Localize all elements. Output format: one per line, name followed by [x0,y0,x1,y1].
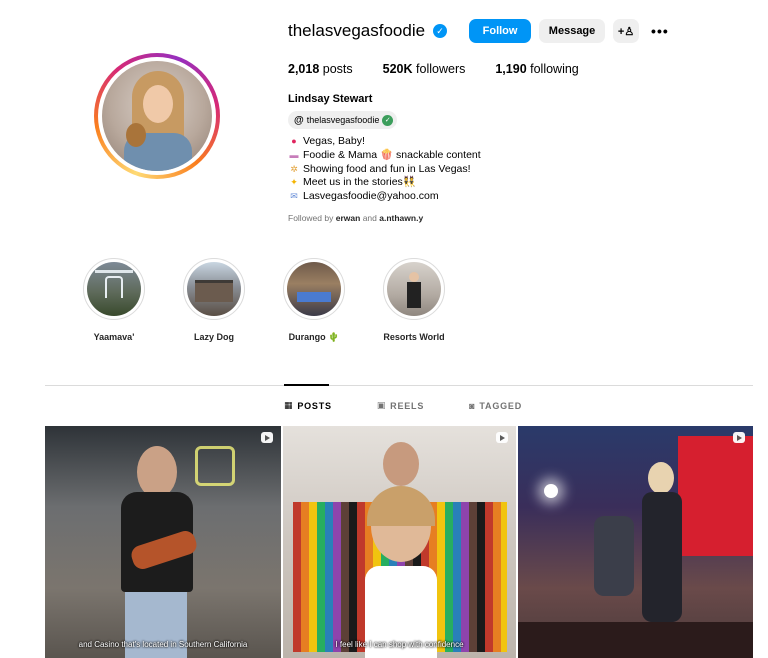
post-scene [642,492,682,622]
bio-text: Meet us in the stories👯 [303,176,416,189]
threads-icon: @ [294,114,304,126]
active-tab-indicator [284,384,329,386]
more-options-icon[interactable]: ••• [651,23,669,39]
post-scene [678,436,753,556]
profile-avatar-ring[interactable] [94,53,220,179]
highlight-cover [187,262,241,316]
followed-by-user: erwan [335,213,361,223]
following-label: following [530,62,579,76]
highlight-ring [183,258,245,320]
highlight-cover [287,262,341,316]
full-name: Lindsay Stewart [288,93,373,105]
post-scene [195,446,235,486]
add-person-icon: +♙ [617,25,635,38]
threads-link[interactable]: @ thelasvegasfoodie ✓ [288,111,398,129]
bio-email[interactable]: Lasvegasfoodie@yahoo.com [303,190,439,204]
bio-text: Foodie & Mama 🍿 snackable content [303,148,481,161]
post-thumbnail[interactable]: and Casino that's located in Southern Ca… [45,426,281,658]
profile-tabs: ▦ POSTS ▣ REELS ◙ TAGGED [284,400,522,411]
bio-text: Showing food and fun in Las Vegas! [303,162,471,175]
post-caption: I feel like I can shop with confidence [335,640,464,649]
reel-icon [261,432,273,443]
tab-tagged[interactable]: ◙ TAGGED [469,400,522,411]
star-icon: ✦ [290,177,298,188]
posts-stat: 2,018 posts [288,62,353,76]
post-scene [518,622,753,658]
post-scene [367,486,435,526]
tab-label: REELS [390,400,425,411]
following-stat[interactable]: 1,190 following [495,62,578,76]
profile-header: thelasvegasfoodie ✓ Follow Message +♙ ••… [288,18,669,44]
bio-line: ▬ Foodie & Mama 🍿 snackable content [288,149,481,163]
post-caption: and Casino that's located in Southern Ca… [78,640,248,649]
highlight-label: Resorts World [383,332,445,342]
post-scene [137,446,177,498]
followed-by-user: a.nthawn.y [379,213,424,223]
posts-count: 2,018 [288,62,320,76]
bio-line: ✦ Meet us in the stories👯 [288,176,481,190]
bio-line: ● Vegas, Baby! [288,135,481,149]
tagged-icon: ◙ [469,400,476,411]
tab-label: POSTS [297,400,332,411]
avatar[interactable] [102,61,212,171]
bio: ● Vegas, Baby! ▬ Foodie & Mama 🍿 snackab… [288,135,481,204]
threads-handle: thelasvegasfoodie [306,115,380,125]
message-button[interactable]: Message [539,19,606,43]
balloon-icon: ● [291,136,297,146]
verified-badge-icon: ✓ [433,24,448,38]
profile-stats: 2,018 posts 520K followers 1,190 followi… [288,62,579,76]
highlight-ring [283,258,345,320]
highlight-label: Durango 🌵 [288,332,340,342]
post-scene [594,516,634,596]
following-count: 1,190 [495,62,527,76]
tab-reels[interactable]: ▣ REELS [377,400,424,411]
followed-by-and: and [362,213,377,223]
avatar-gap [98,57,216,175]
post-thumbnail[interactable] [518,426,753,658]
highlight-item[interactable]: Yaamava' [64,258,164,343]
story-highlights: Yaamava' Lazy Dog Durango 🌵 Resorts Worl… [64,258,464,343]
highlight-item[interactable]: Durango 🌵 [264,258,364,343]
avatar-pretzel [126,123,146,147]
sparkle-icon: ✲ [290,163,298,174]
bio-line: ✲ Showing food and fun in Las Vegas! [288,163,481,177]
avatar-face [143,85,173,123]
highlight-label: Lazy Dog [193,332,234,342]
reel-icon [733,432,745,443]
suggest-users-button[interactable]: +♙ [613,19,640,43]
followed-by-prefix: Followed by [288,213,334,223]
post-scene [544,484,558,498]
cake-icon: ▬ [289,149,299,160]
username: thelasvegasfoodie [288,21,426,40]
post-thumbnail[interactable]: I feel like I can shop with confidence [283,426,516,658]
highlight-ring [383,258,445,320]
bio-text: Vegas, Baby! [303,135,365,147]
highlight-label: Yaamava' [93,332,135,342]
follow-button[interactable]: Follow [469,19,532,43]
post-scene [648,462,674,494]
highlight-cover [387,262,441,316]
reel-icon [496,432,508,443]
followed-by[interactable]: Followed by erwan and a.nthawn.y [288,213,423,223]
mail-icon: ✉ [290,191,298,202]
post-scene [383,442,419,486]
tab-posts[interactable]: ▦ POSTS [284,400,332,411]
tab-label: TAGGED [479,400,523,411]
bio-line: ✉ Lasvegasfoodie@yahoo.com [288,190,481,204]
threads-verified-icon: ✓ [382,114,394,126]
followers-stat[interactable]: 520K followers [383,62,466,76]
reels-icon: ▣ [376,400,387,410]
posts-label: posts [322,62,353,76]
tabs-divider [45,385,753,386]
highlight-ring [83,258,145,320]
highlight-item[interactable]: Resorts World [364,258,464,343]
followers-count: 520K [382,62,413,76]
followers-label: followers [416,62,466,76]
highlight-item[interactable]: Lazy Dog [164,258,264,343]
highlight-cover [87,262,141,316]
grid-icon: ▦ [284,400,294,410]
